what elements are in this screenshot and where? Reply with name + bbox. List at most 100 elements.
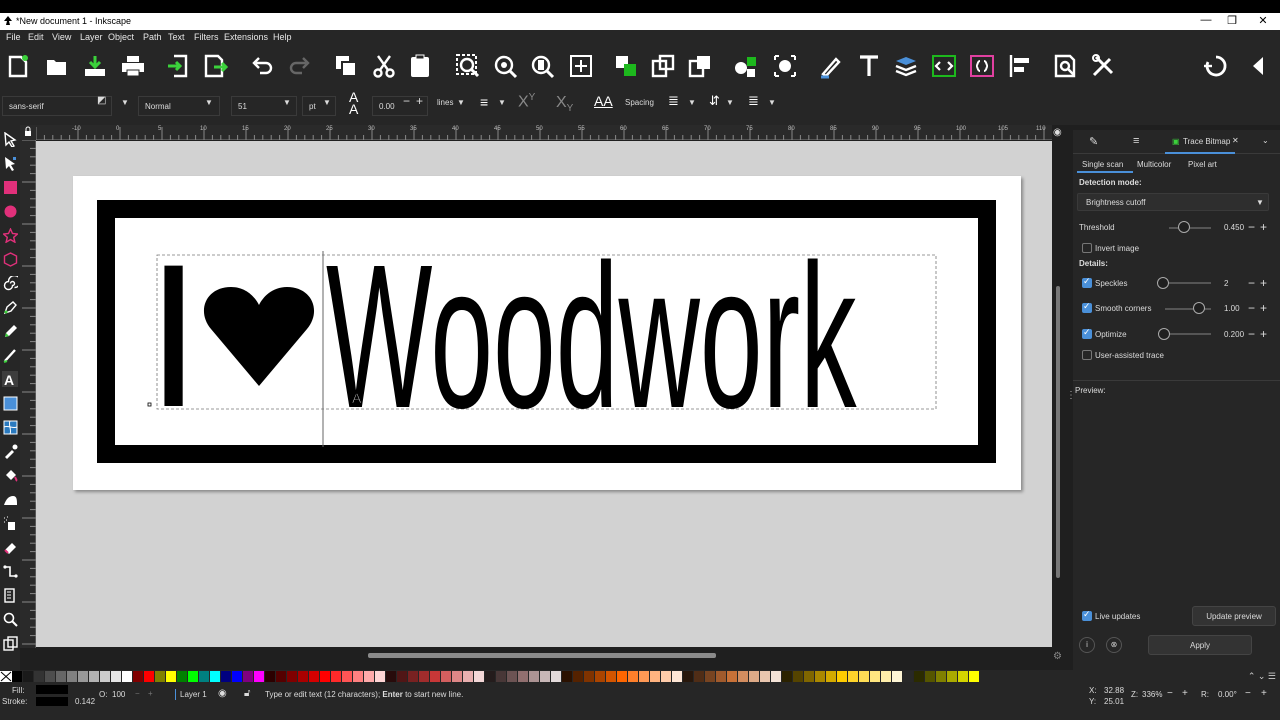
font-collection-icon[interactable]: ◩ — [97, 95, 106, 106]
color-swatch[interactable] — [716, 671, 727, 682]
copy-icon[interactable] — [331, 51, 361, 81]
color-swatch[interactable] — [815, 671, 826, 682]
alignment-chevron-icon[interactable]: ▼ — [498, 98, 506, 107]
smooth-corners-value[interactable]: 1.00 — [1224, 304, 1240, 313]
color-swatch[interactable] — [353, 671, 364, 682]
color-swatch[interactable] — [628, 671, 639, 682]
no-paint-swatch[interactable] — [0, 671, 12, 682]
menu-path[interactable]: Path — [143, 32, 162, 42]
color-swatch[interactable] — [265, 671, 276, 682]
writing-mode-chevron-icon[interactable]: ▼ — [726, 98, 734, 107]
new-document-icon[interactable] — [3, 51, 33, 81]
snap-popover-icon[interactable] — [1243, 51, 1273, 81]
spray-tool-icon[interactable] — [2, 515, 18, 531]
enter-group-icon[interactable] — [685, 51, 715, 81]
menu-object[interactable]: Object — [108, 32, 134, 42]
color-swatch[interactable] — [540, 671, 551, 682]
dropper-tool-icon[interactable] — [2, 443, 18, 459]
color-swatch[interactable] — [672, 671, 683, 682]
zoom-page-icon[interactable] — [527, 51, 557, 81]
color-swatch[interactable] — [364, 671, 375, 682]
superscript-icon[interactable]: XY — [518, 92, 535, 111]
orientation-chevron-icon[interactable]: ▼ — [688, 98, 696, 107]
color-swatch[interactable] — [276, 671, 287, 682]
speckles-decrement[interactable]: − — [1248, 276, 1255, 290]
menu-view[interactable]: View — [52, 32, 71, 42]
opacity-value[interactable]: 100 — [112, 690, 125, 699]
speckles-increment[interactable]: + — [1260, 276, 1267, 290]
color-swatch[interactable] — [793, 671, 804, 682]
color-swatch[interactable] — [386, 671, 397, 682]
text-tool-icon[interactable]: A — [2, 371, 18, 387]
detection-mode-select[interactable]: Brightness cutoff ▼ — [1077, 193, 1269, 211]
smooth-corners-checkbox[interactable]: ✓ — [1082, 301, 1092, 313]
user-assisted-trace-checkbox[interactable] — [1082, 350, 1092, 360]
color-swatch[interactable] — [782, 671, 793, 682]
color-swatch[interactable] — [738, 671, 749, 682]
zoom-value[interactable]: 336% — [1142, 690, 1162, 699]
subscript-icon[interactable]: XY — [556, 94, 573, 114]
menu-help[interactable]: Help — [273, 32, 292, 42]
current-layer[interactable]: Layer 1 — [180, 690, 207, 699]
color-swatch[interactable] — [881, 671, 892, 682]
ungroup-icon[interactable] — [648, 51, 678, 81]
drawing-canvas[interactable]: I Woodwork A — [36, 141, 1052, 647]
color-swatch[interactable] — [925, 671, 936, 682]
color-swatch[interactable] — [551, 671, 562, 682]
zoom-tool-icon[interactable] — [2, 611, 18, 627]
tab-trace-bitmap[interactable]: ▣ Trace Bitmap — [1165, 130, 1235, 154]
menu-file[interactable]: File — [6, 32, 21, 42]
line-spacing-increment[interactable]: + — [416, 94, 423, 108]
zoom-drawing-icon[interactable] — [490, 51, 520, 81]
document-properties-icon[interactable] — [1050, 51, 1080, 81]
rectangle-tool-icon[interactable] — [2, 179, 18, 195]
close-button[interactable]: ✕ — [1253, 14, 1273, 27]
line-unit-select[interactable]: lines — [437, 98, 453, 107]
color-swatch[interactable] — [914, 671, 925, 682]
text-letter-i[interactable]: I — [156, 221, 191, 449]
speckles-value[interactable]: 2 — [1224, 279, 1228, 288]
gradient-tool-icon[interactable] — [2, 395, 18, 411]
color-swatch[interactable] — [463, 671, 474, 682]
cut-icon[interactable] — [369, 51, 399, 81]
color-swatch[interactable] — [331, 671, 342, 682]
color-swatch[interactable] — [892, 671, 903, 682]
optimize-decrement[interactable]: − — [1248, 327, 1255, 341]
stroke-swatch[interactable] — [36, 697, 68, 706]
optimize-increment[interactable]: + — [1260, 327, 1267, 341]
color-swatch[interactable] — [133, 671, 144, 682]
color-swatch[interactable] — [166, 671, 177, 682]
tab-single-scan[interactable]: Single scan — [1077, 157, 1133, 173]
color-swatch[interactable] — [78, 671, 89, 682]
color-swatch[interactable] — [320, 671, 331, 682]
color-swatch[interactable] — [287, 671, 298, 682]
horizontal-ruler[interactable]: -10 0 5 10 15 20 25 30 35 40 45 50 55 60… — [36, 125, 1052, 140]
layers-icon[interactable] — [891, 51, 921, 81]
color-swatch[interactable] — [771, 671, 782, 682]
color-swatch[interactable] — [408, 671, 419, 682]
color-swatch[interactable] — [23, 671, 34, 682]
heart-shape[interactable] — [203, 287, 315, 386]
color-swatch[interactable] — [45, 671, 56, 682]
threshold-slider-knob[interactable] — [1178, 221, 1190, 233]
pages-tool-icon[interactable] — [2, 635, 18, 651]
calligraphy-tool-icon[interactable] — [2, 347, 18, 363]
menu-filters[interactable]: Filters — [194, 32, 219, 42]
connector-tool-icon[interactable] — [2, 563, 18, 579]
horizontal-scroll-thumb[interactable] — [368, 653, 716, 658]
fill-stroke-tab-icon[interactable]: ✎ — [1089, 135, 1098, 148]
smooth-corners-decrement[interactable]: − — [1248, 301, 1255, 315]
zoom-increment[interactable]: + — [1182, 688, 1188, 699]
info-icon[interactable]: i — [1079, 637, 1095, 653]
color-swatch[interactable] — [188, 671, 199, 682]
paste-icon[interactable] — [405, 51, 435, 81]
color-swatch[interactable] — [122, 671, 133, 682]
apply-button[interactable]: Apply — [1148, 635, 1252, 655]
line-unit-chevron-icon[interactable]: ▼ — [457, 98, 465, 107]
color-swatch[interactable] — [705, 671, 716, 682]
pencil-tool-icon[interactable] — [2, 323, 18, 339]
group-icon[interactable] — [611, 51, 641, 81]
zoom-center-page-icon[interactable] — [566, 51, 596, 81]
abort-icon[interactable]: ⊗ — [1106, 637, 1122, 653]
color-swatch[interactable] — [518, 671, 529, 682]
